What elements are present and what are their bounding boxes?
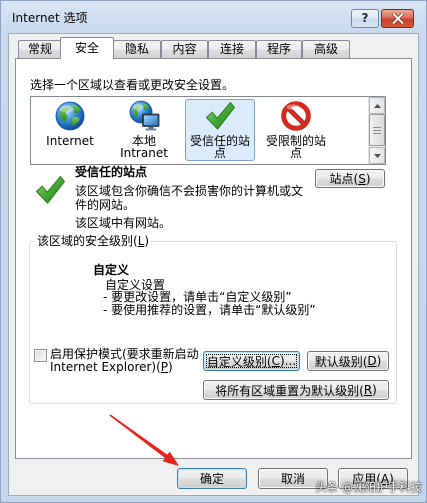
tab-content[interactable]: 内容 — [161, 40, 208, 59]
custom-level-button[interactable]: 自定义级别(C)... — [203, 351, 300, 371]
tab-programs[interactable]: 程序 — [256, 40, 302, 59]
button-label: 确定 — [199, 472, 224, 486]
level-description-line: - 要使用推荐的设置，请单击“默认级别” — [103, 303, 316, 317]
button-label: 自定义级别( — [206, 354, 272, 369]
button-label: ) — [372, 383, 377, 397]
watermark: 头条 @沈阳护手科技 — [315, 480, 423, 494]
label-text: ) — [144, 234, 150, 248]
tab-label: 内容 — [172, 42, 197, 56]
zone-restricted-sites[interactable]: 受限制的站点 — [261, 99, 331, 161]
security-level-name: 自定义 — [93, 263, 130, 277]
tab-label: 常规 — [27, 42, 52, 56]
window-title: Internet 选项 — [12, 11, 88, 25]
protected-mode-label[interactable]: 启用保护模式(要求重新启动 Internet Explorer)(P) — [50, 348, 202, 374]
arrow-down-icon — [373, 153, 381, 158]
title-bar[interactable]: Internet 选项 — [1, 1, 346, 32]
zone-label: 本地 Intranet — [120, 134, 168, 160]
button-label: 默认级别( — [314, 354, 368, 369]
mnemonic-key: S — [358, 171, 366, 186]
tab-label: 隐私 — [124, 42, 149, 56]
tab-security[interactable]: 安全 — [60, 37, 114, 59]
close-icon — [391, 13, 404, 24]
tab-privacy[interactable]: 隐私 — [113, 40, 161, 59]
button-label: ) — [365, 171, 371, 186]
selected-zone-title: 受信任的站点 — [75, 165, 148, 179]
tab-label: 安全 — [74, 41, 99, 55]
tab-connections[interactable]: 连接 — [208, 40, 256, 59]
green-check-icon — [36, 176, 65, 204]
globe-icon — [55, 101, 85, 131]
tab-label: 程序 — [266, 42, 291, 56]
zone-list-scrollbar[interactable] — [368, 97, 385, 164]
default-level-button[interactable]: 默认级别(D) — [307, 351, 389, 371]
green-check-icon — [206, 102, 235, 130]
button-label: )... — [279, 354, 297, 368]
help-button-label: ? — [361, 11, 369, 25]
selected-zone-description: 该区域包含你确信不会损害你的计算机或文件的网站。 — [75, 184, 304, 212]
tab-general[interactable]: 常规 — [18, 40, 62, 59]
mnemonic-key: D — [367, 354, 377, 368]
scroll-down-button[interactable] — [369, 147, 385, 164]
tab-advanced[interactable]: 高级 — [302, 40, 350, 59]
button-label: ) — [376, 354, 382, 368]
button-label: 站点( — [329, 172, 359, 186]
button-label: 将所有区域重置为默认级别( — [215, 383, 364, 398]
label-text: 该区域的安全级别( — [37, 234, 138, 248]
help-button[interactable]: ? — [351, 9, 379, 28]
zone-list[interactable]: Internet 本地 Intranet 受信任的站点 受限制的站点 — [30, 96, 386, 165]
sites-button[interactable]: 站点(S) — [315, 169, 385, 188]
zone-label: 受限制的站点 — [265, 134, 326, 160]
zone-trusted-sites[interactable]: 受信任的站点 — [185, 99, 255, 161]
close-button[interactable] — [381, 9, 414, 28]
mnemonic-key: C — [271, 354, 280, 368]
scroll-thumb[interactable] — [369, 114, 385, 146]
arrow-up-icon — [373, 103, 381, 108]
label-text: ) — [168, 360, 173, 374]
tab-label: 高级 — [313, 42, 338, 56]
zone-label: 受信任的站点 — [189, 134, 250, 160]
tab-label: 连接 — [219, 42, 244, 56]
protected-mode-checkbox[interactable] — [34, 349, 47, 362]
ok-button[interactable]: 确定 — [177, 468, 247, 489]
reset-all-zones-button[interactable]: 将所有区域重置为默认级别(R) — [203, 380, 389, 400]
security-level-group-label: 该区域的安全级别(L) — [35, 234, 152, 248]
zone-local-intranet[interactable]: 本地 Intranet — [109, 99, 179, 161]
selected-zone-site-status: 该区域中有网站。 — [75, 216, 172, 230]
zone-label: Internet — [46, 134, 94, 148]
intranet-icon — [129, 100, 160, 131]
no-entry-icon — [281, 101, 311, 131]
zone-prompt: 选择一个区域以查看或更改安全设置。 — [30, 78, 235, 92]
mnemonic-key: R — [363, 383, 373, 397]
button-label: 取消 — [280, 472, 305, 486]
zone-internet[interactable]: Internet — [35, 99, 105, 161]
scroll-up-button[interactable] — [369, 97, 385, 114]
label-text: 启用保护模式(要求重新启动 Internet Explorer)( — [50, 347, 199, 374]
mnemonic-key: P — [160, 360, 169, 374]
grip-icon — [373, 126, 381, 134]
